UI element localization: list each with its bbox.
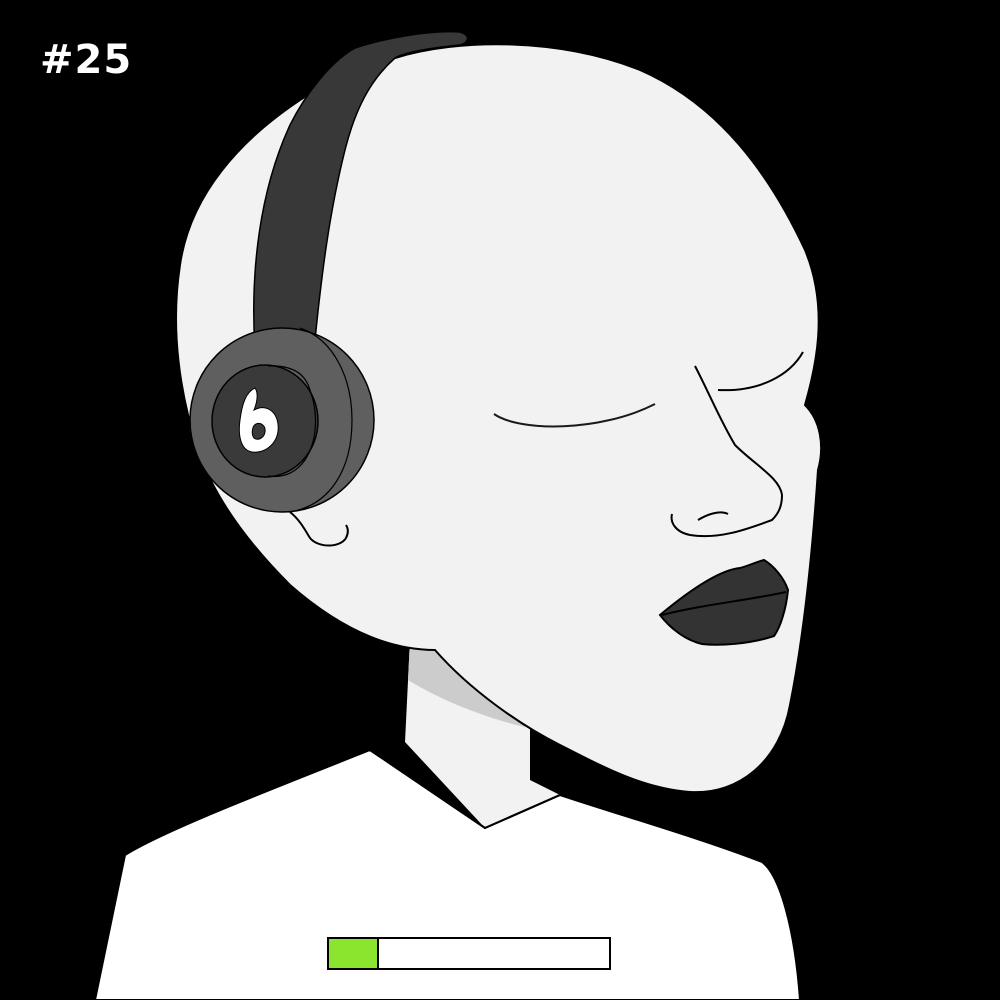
- shirt-progress-badge: [327, 937, 611, 970]
- shirt-progress-fill: [329, 939, 380, 968]
- avatar-illustration: [0, 0, 1000, 1000]
- edition-number: #25: [40, 37, 133, 83]
